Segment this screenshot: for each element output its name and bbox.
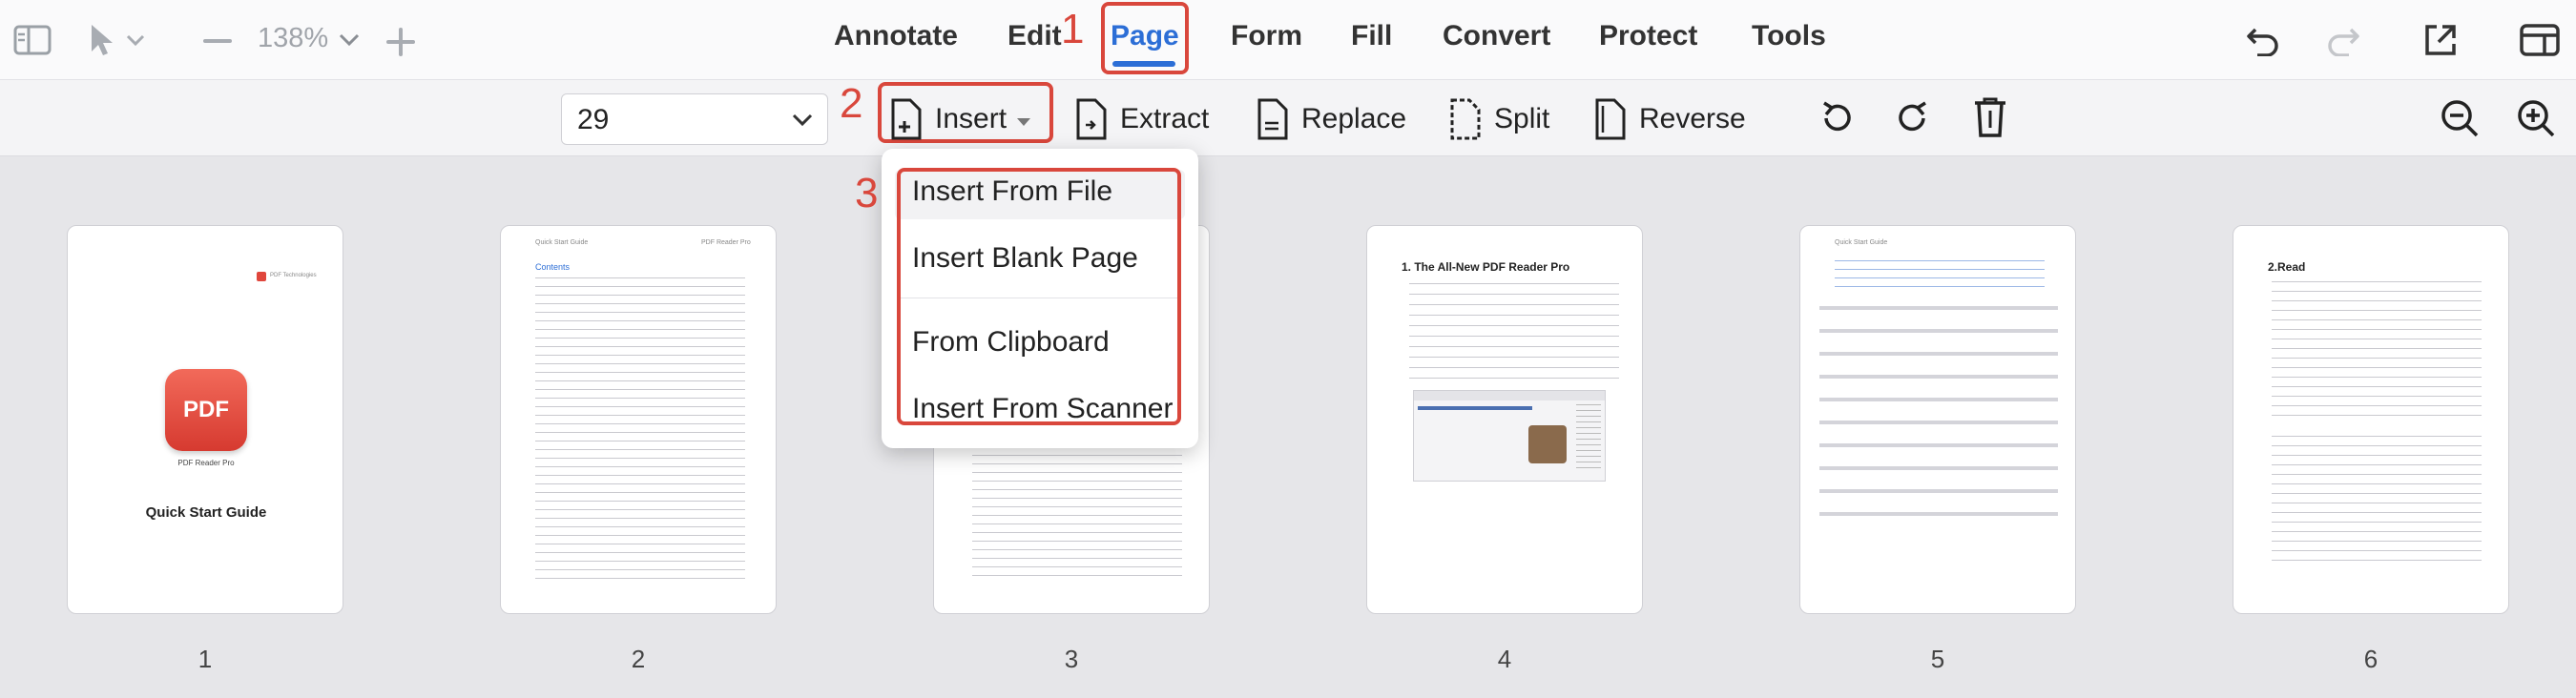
zoom-level[interactable]: 138% [258, 23, 328, 54]
menu-diagram [1819, 298, 2058, 520]
page-number-select[interactable]: 29 [561, 93, 828, 145]
undo-icon[interactable] [2244, 21, 2282, 59]
delete-icon[interactable] [1969, 95, 2011, 139]
replace-label: Replace [1301, 103, 1407, 134]
extract-page-icon [1074, 98, 1109, 140]
body-text-lines [1409, 283, 1619, 379]
rotate-right-icon[interactable] [1891, 97, 1933, 139]
page-number-label: 4 [1497, 645, 1512, 673]
split-button[interactable]: Split [1448, 95, 1549, 143]
page-header-left: Quick Start Guide [1835, 239, 1888, 246]
zoom-dropdown-chevron-icon[interactable] [336, 27, 363, 53]
share-icon[interactable] [2421, 21, 2460, 59]
tab-protect[interactable]: Protect [1599, 20, 1697, 52]
cover-app-name: PDF Reader Pro [177, 459, 235, 467]
reverse-label: Reverse [1639, 103, 1746, 134]
page-heading: 1. The All-New PDF Reader Pro [1402, 260, 1570, 274]
split-label: Split [1494, 103, 1550, 134]
insert-label: Insert [935, 103, 1008, 134]
annotation-step-3: 3 [855, 170, 879, 216]
page-zoom-in-icon[interactable] [2515, 97, 2557, 139]
annotation-box-insert-menu [897, 168, 1181, 425]
annotation-step-1: 1 [1061, 6, 1085, 52]
replace-page-icon [1256, 98, 1290, 140]
insert-dropdown-caret-icon [1016, 103, 1031, 135]
tab-convert[interactable]: Convert [1443, 20, 1550, 52]
page-number-value: 29 [577, 104, 610, 135]
top-toolbar: 138% Annotate Edit Page Form Fill Conver… [0, 0, 2576, 80]
sidebar-toggle-icon[interactable] [13, 23, 52, 57]
extract-label: Extract [1120, 103, 1210, 134]
tab-form[interactable]: Form [1231, 20, 1302, 52]
tab-fill[interactable]: Fill [1351, 20, 1392, 52]
tab-tools[interactable]: Tools [1752, 20, 1826, 52]
page-number-label: 1 [197, 645, 213, 673]
replace-button[interactable]: Replace [1256, 95, 1406, 143]
split-page-icon [1448, 98, 1483, 140]
reverse-button[interactable]: Reverse [1593, 95, 1746, 143]
page-thumbnail-1[interactable]: PDF Technologies PDF PDF Reader Pro Quic… [67, 225, 343, 614]
screenshot-figure [1413, 390, 1606, 482]
page-heading: 2.Read [2268, 260, 2306, 274]
contents-heading: Contents [535, 262, 571, 272]
page-number-label: 3 [1064, 645, 1079, 673]
tab-annotate[interactable]: Annotate [834, 20, 958, 52]
annotation-box-page-tab [1101, 2, 1189, 74]
body-text-lines [2272, 436, 2482, 569]
contents-lines [535, 277, 745, 583]
tab-edit[interactable]: Edit [1008, 20, 1062, 52]
zoom-out-icon[interactable] [198, 27, 237, 55]
page-thumbnail-2[interactable]: Quick Start Guide PDF Reader Pro Content… [500, 225, 777, 614]
page-thumbnail-4[interactable]: 1. The All-New PDF Reader Pro [1366, 225, 1643, 614]
pointer-tool-icon[interactable] [84, 21, 151, 59]
page-thumbnail-6[interactable]: 2.Read [2233, 225, 2509, 614]
body-text-lines [1835, 260, 2045, 289]
page-number-label: 6 [2363, 645, 2379, 673]
page-number-label: 2 [631, 645, 646, 673]
pdf-logo: PDF [165, 369, 247, 451]
page-zoom-out-icon[interactable] [2439, 97, 2481, 139]
insert-button[interactable]: Insert [889, 95, 1031, 143]
cover-company: PDF Technologies [270, 273, 317, 278]
layout-icon[interactable] [2519, 21, 2561, 59]
company-logo-icon [257, 272, 266, 281]
insert-page-icon [889, 98, 924, 140]
body-text-lines [2272, 281, 2482, 424]
zoom-in-icon[interactable] [382, 23, 420, 61]
page-header-left: Quick Start Guide [535, 239, 589, 246]
page-number-label: 5 [1930, 645, 1945, 673]
redo-icon[interactable] [2324, 21, 2362, 59]
page-thumbnail-5[interactable]: Quick Start Guide [1799, 225, 2076, 614]
reverse-page-icon [1593, 98, 1628, 140]
rotate-left-icon[interactable] [1817, 97, 1859, 139]
chevron-down-icon [791, 106, 814, 139]
extract-button[interactable]: Extract [1074, 95, 1209, 143]
cover-title: Quick Start Guide [145, 504, 267, 521]
page-header-right: PDF Reader Pro [701, 239, 751, 246]
annotation-step-2: 2 [840, 80, 863, 127]
pdf-logo-text: PDF [183, 397, 229, 422]
